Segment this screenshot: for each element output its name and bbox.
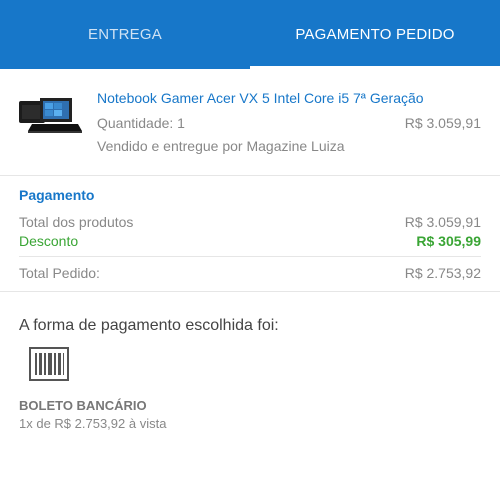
product-quantity: Quantidade: 1	[97, 115, 185, 131]
payment-summary: Pagamento Total dos produtos R$ 3.059,91…	[0, 176, 500, 292]
checkout-tabbar: ENTREGA PAGAMENTO PEDIDO	[0, 0, 500, 69]
tab-entrega[interactable]: ENTREGA	[0, 0, 250, 69]
laptop-image	[19, 98, 82, 133]
product-price: R$ 3.059,91	[404, 115, 481, 131]
total-order-value: R$ 2.753,92	[404, 265, 481, 281]
tab-pagamento-pedido[interactable]: PAGAMENTO PEDIDO	[250, 0, 500, 69]
barcode-icon	[29, 347, 69, 381]
payment-title: Pagamento	[19, 187, 95, 203]
discount-value: R$ 305,99	[416, 233, 481, 249]
product-name[interactable]: Notebook Gamer Acer VX 5 Intel Core i5 7…	[97, 90, 424, 106]
total-products-label: Total dos produtos	[19, 214, 134, 230]
total-order-label: Total Pedido:	[19, 265, 100, 281]
discount-label: Desconto	[19, 233, 79, 249]
payment-method-description: 1x de R$ 2.753,92 à vista	[19, 416, 167, 431]
payment-method-name: BOLETO BANCÁRIO	[19, 398, 147, 413]
summary-divider	[19, 256, 481, 257]
payment-method-heading: A forma de pagamento escolhida foi:	[19, 317, 279, 334]
product-seller: Vendido e entregue por Magazine Luiza	[97, 138, 345, 154]
product-summary: Notebook Gamer Acer VX 5 Intel Core i5 7…	[0, 69, 500, 176]
total-products-value: R$ 3.059,91	[404, 214, 481, 230]
